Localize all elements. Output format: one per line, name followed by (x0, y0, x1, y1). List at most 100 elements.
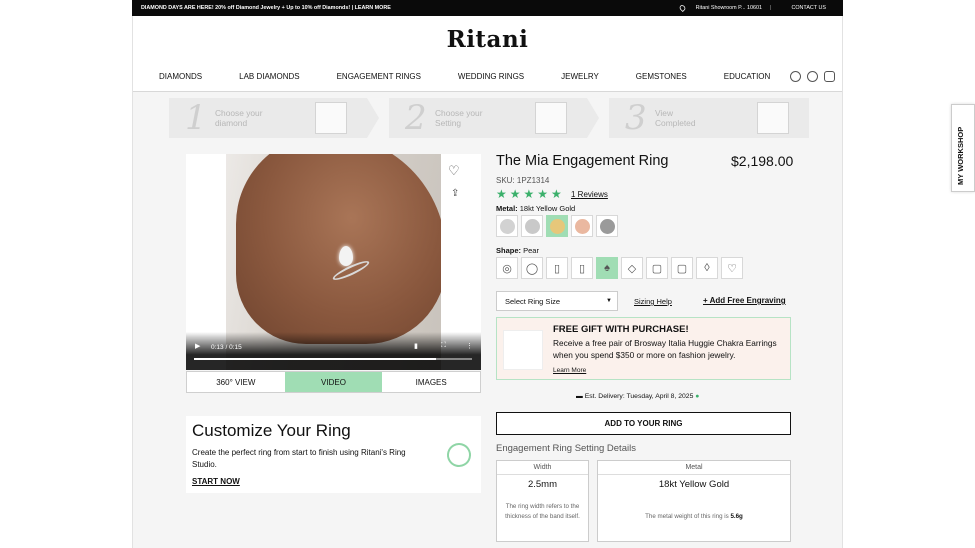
promo-text[interactable]: DIAMOND DAYS ARE HERE! 20% off Diamond J… (141, 5, 679, 11)
metal-swatch[interactable] (596, 215, 618, 237)
step-arrow (587, 98, 599, 138)
width-label: Width (497, 461, 588, 475)
nav-diamonds[interactable]: DIAMONDS (159, 72, 202, 81)
metal-card-label: Metal (598, 461, 790, 475)
add-engraving-link[interactable]: + Add Free Engraving (703, 296, 786, 305)
customize-title: Customize Your Ring (192, 421, 351, 440)
product-title: The Mia Engagement Ring (496, 153, 669, 169)
width-value: 2.5mm (527, 479, 558, 490)
gift-body: Receive a free pair of Brosway Italia Hu… (553, 338, 777, 360)
setting-icon (535, 102, 567, 134)
step-2[interactable]: 2 Choose your Setting (389, 98, 587, 138)
shape-princess-icon[interactable]: ▢ (646, 257, 668, 279)
ring-studio-icon (444, 440, 474, 470)
volume-icon[interactable]: ▮ (414, 342, 418, 350)
media-tabs: 360° VIEW VIDEO IMAGES (186, 371, 481, 393)
more-icon[interactable]: ⋮ (466, 342, 473, 350)
step-number: 2 (405, 98, 427, 138)
shape-emerald-icon[interactable]: ▯ (546, 257, 568, 279)
logo[interactable]: Ritani (133, 26, 842, 53)
shape-elongated-icon[interactable]: ▯ (571, 257, 593, 279)
width-note: The ring width refers to the thickness o… (505, 503, 580, 520)
ring-size-select[interactable]: Select Ring Size ▼ (496, 291, 618, 311)
page: { "topbar": { "promo": "DIAMOND DAYS ARE… (0, 0, 975, 548)
shape-options: ◎ ◯ ▯ ▯ ♠ ◇ ▢ ▢ ◊ ♡ (496, 257, 743, 279)
delivery-estimate: ▬ Est. Delivery: Tuesday, April 8, 2025 … (576, 393, 700, 400)
nav-wedding-rings[interactable]: WEDDING RINGS (458, 72, 524, 81)
promo-bar: DIAMOND DAYS ARE HERE! 20% off Diamond J… (132, 0, 843, 16)
metal-swatch[interactable] (521, 215, 543, 237)
metal-swatches (496, 215, 618, 237)
reviews-link[interactable]: 1 Reviews (571, 190, 608, 199)
customize-panel: Customize Your Ring Create the perfect r… (186, 416, 481, 493)
nav-engagement-rings[interactable]: ENGAGEMENT RINGS (337, 72, 421, 81)
metal-swatch[interactable] (496, 215, 518, 237)
nav-gemstones[interactable]: GEMSTONES (636, 72, 687, 81)
tab-images[interactable]: IMAGES (382, 372, 480, 392)
step-arrow (367, 98, 379, 138)
step-3[interactable]: 3 View Completed (609, 98, 809, 138)
swatch-color (499, 218, 515, 234)
step-label: Choose your Setting (435, 108, 483, 128)
fullscreen-icon[interactable]: ⛶ (441, 342, 446, 350)
shape-radiant-icon[interactable]: ▢ (671, 257, 693, 279)
step-number: 3 (625, 98, 647, 138)
product-price: $2,198.00 (731, 153, 794, 169)
ring-size-value: Select Ring Size (505, 296, 561, 306)
contact-link[interactable]: CONTACT US (791, 5, 826, 11)
shape-pear-icon[interactable]: ♠ (596, 257, 618, 279)
nav-lab-diamonds[interactable]: LAB DIAMONDS (239, 72, 299, 81)
account-icon[interactable] (807, 71, 818, 82)
chevron-down-icon: ▼ (606, 298, 612, 304)
step-number: 1 (185, 98, 207, 138)
hand-shape (236, 154, 441, 344)
metal-card-value: 18kt Yellow Gold (658, 479, 730, 490)
header-icons (790, 71, 835, 82)
main-shell: Ritani DIAMONDS LAB DIAMONDS ENGAGEMENT … (132, 16, 843, 548)
customize-body: Create the perfect ring from start to fi… (192, 448, 406, 469)
earrings-image (503, 330, 543, 370)
swatch-color (549, 218, 565, 234)
gift-promo: FREE GIFT WITH PURCHASE! Receive a free … (496, 317, 791, 380)
swatch-color (599, 218, 615, 234)
shape-cushion-icon[interactable]: ◇ (621, 257, 643, 279)
metal-weight-note: The metal weight of this ring is 5.6g (645, 513, 743, 520)
swatch-color (524, 218, 540, 234)
metal-swatch[interactable] (571, 215, 593, 237)
video-progress-fill (194, 358, 436, 360)
metal-weight: 5.6g (730, 513, 743, 520)
my-workshop-tab[interactable]: MY WORKSHOP (951, 104, 975, 192)
metal-value: 18kt Yellow Gold (519, 204, 576, 213)
step-1[interactable]: 1 Choose your diamond (169, 98, 367, 138)
details-heading: Engagement Ring Setting Details (496, 443, 636, 454)
location-pin-icon (678, 4, 687, 12)
tab-video[interactable]: VIDEO (284, 372, 383, 392)
add-to-ring-button[interactable]: ADD TO YOUR RING (496, 412, 791, 435)
info-icon[interactable]: ● (695, 393, 699, 400)
ring-icon (757, 102, 789, 134)
shape-heart-icon[interactable]: ♡ (721, 257, 743, 279)
step-label: Choose your diamond (215, 108, 263, 128)
shape-marquise-icon[interactable]: ◊ (696, 257, 718, 279)
heart-icon[interactable]: ♡ (448, 163, 460, 179)
showroom-link[interactable]: Ritani Showroom P... 10601 (696, 5, 762, 11)
search-icon[interactable] (790, 71, 801, 82)
play-icon[interactable]: ▶ (195, 342, 200, 350)
tab-360-view[interactable]: 360° VIEW (187, 372, 285, 392)
start-now-link[interactable]: START NOW (192, 477, 240, 486)
nav-education[interactable]: EDUCATION (724, 72, 771, 81)
metal-swatch-selected[interactable] (546, 215, 568, 237)
cart-icon[interactable] (824, 71, 835, 82)
nav-jewelry[interactable]: JEWELRY (561, 72, 599, 81)
metal-card: Metal 18kt Yellow Gold The metal weight … (597, 460, 791, 542)
shape-oval-icon[interactable]: ◯ (521, 257, 543, 279)
sizing-help-link[interactable]: Sizing Help (634, 297, 672, 306)
learn-more-link[interactable]: Learn More (553, 367, 586, 374)
video-progress-bar[interactable] (194, 358, 472, 360)
width-card: Width 2.5mm The ring width refers to the… (496, 460, 589, 542)
shape-round-icon[interactable]: ◎ (496, 257, 518, 279)
rating-stars: ★★★★★ (496, 187, 565, 201)
site-header: Ritani DIAMONDS LAB DIAMONDS ENGAGEMENT … (133, 16, 842, 92)
share-icon[interactable]: ⇪ (451, 188, 459, 199)
product-video[interactable]: ▶ 0:13 / 0:15 ▮ ⛶ ⋮ (186, 154, 481, 370)
